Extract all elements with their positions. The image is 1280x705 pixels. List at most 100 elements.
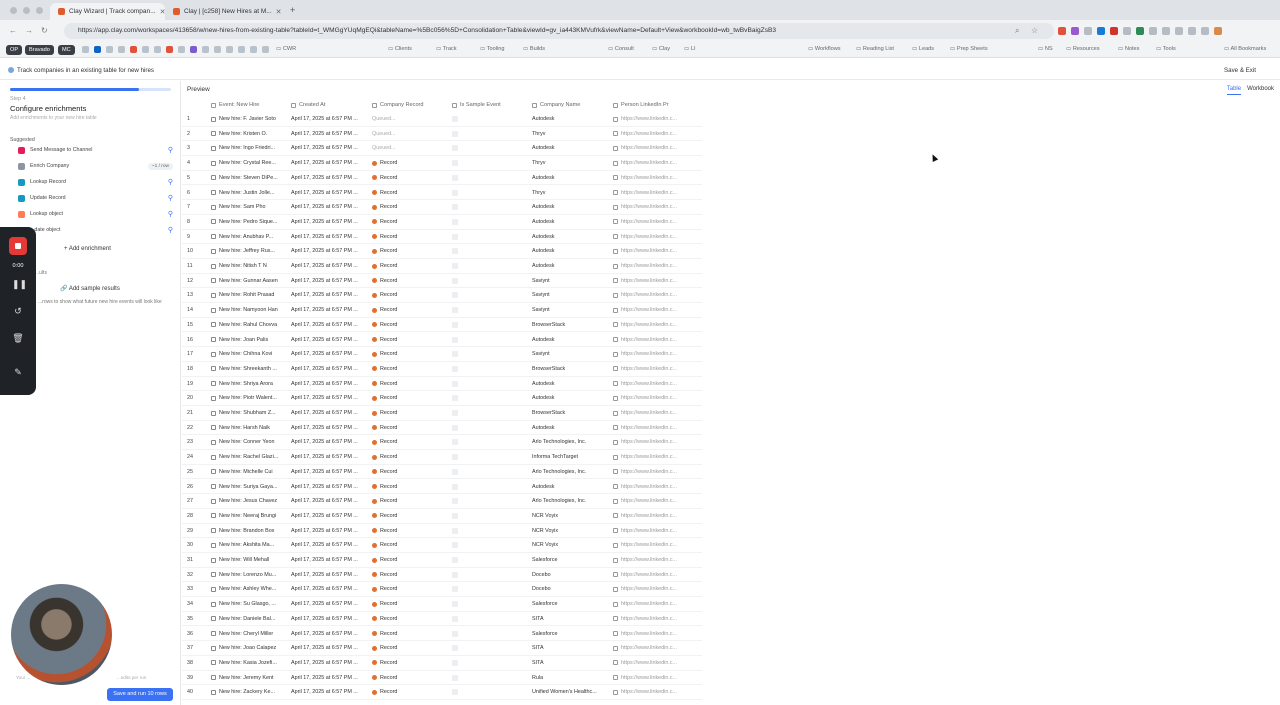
company-name-cell[interactable]: NCR Voyix <box>532 513 602 519</box>
enrichment-item[interactable]: Send Message to Channel ⚲ <box>18 144 173 156</box>
sample-event-checkbox[interactable] <box>452 689 458 696</box>
created-at-cell[interactable]: April 17, 2025 at 6:57 PM ... <box>291 660 366 666</box>
company-record-cell[interactable]: Record <box>372 204 442 210</box>
extension-icon[interactable] <box>1175 27 1183 35</box>
url-field[interactable]: https://app.clay.com/workspaces/413658/w… <box>64 23 1054 39</box>
sample-event-checkbox[interactable] <box>452 483 458 490</box>
company-name-cell[interactable]: NCR Voyix <box>532 528 602 534</box>
event-cell[interactable]: New hire: Rohit Prasad <box>211 292 283 298</box>
company-record-cell[interactable]: Record <box>372 219 442 225</box>
table-row[interactable]: 23 New hire: Conner Yeon April 17, 2025 at… <box>182 435 702 451</box>
linkedin-cell[interactable]: https://www.linkedin.c... <box>613 322 693 328</box>
bookmark-favicon-icon[interactable] <box>214 46 221 53</box>
table-row[interactable]: 37 New hire: Joao Calapez April 17, 2025 a… <box>182 641 702 656</box>
created-at-cell[interactable]: April 17, 2025 at 6:57 PM ... <box>291 292 366 298</box>
created-at-cell[interactable]: April 17, 2025 at 6:57 PM ... <box>291 145 366 151</box>
table-row[interactable]: 27 New hire: Jesus Chavez April 17, 2025 a… <box>182 494 702 509</box>
company-name-cell[interactable]: Autodesk <box>532 395 602 401</box>
company-name-cell[interactable]: Autodesk <box>532 204 602 210</box>
extension-icon[interactable] <box>1188 27 1196 35</box>
pin-icon[interactable]: ⚲ <box>168 146 173 154</box>
sample-event-checkbox[interactable] <box>452 527 458 534</box>
sample-event-checkbox[interactable] <box>452 189 458 196</box>
add-enrichment-button[interactable]: + Add enrichment <box>64 246 111 252</box>
created-at-cell[interactable]: April 17, 2025 at 6:57 PM ... <box>291 601 366 607</box>
created-at-cell[interactable]: April 17, 2025 at 6:57 PM ... <box>291 410 366 416</box>
company-name-cell[interactable]: Unified Women's Healthc... <box>532 689 602 695</box>
company-name-cell[interactable]: Salesforce <box>532 631 602 637</box>
event-cell[interactable]: New hire: Pedro Sique... <box>211 219 283 225</box>
event-cell[interactable]: New hire: Jeffrey Rus... <box>211 248 283 254</box>
table-row[interactable]: 16 New hire: Joan Palis April 17, 2025 at … <box>182 333 702 348</box>
table-row[interactable]: 40 New hire: Zackery Ke... April 17, 2025 … <box>182 685 702 700</box>
table-row[interactable]: 12 New hire: Gunnar Aasen April 17, 2025 a… <box>182 274 702 289</box>
company-record-cell[interactable]: Record <box>372 410 442 416</box>
table-row[interactable]: 8 New hire: Pedro Sique... April 17, 2025 … <box>182 215 702 230</box>
sample-event-checkbox[interactable] <box>452 659 458 666</box>
company-record-cell[interactable]: Record <box>372 484 442 490</box>
created-at-cell[interactable]: April 17, 2025 at 6:57 PM ... <box>291 307 366 313</box>
linkedin-cell[interactable]: https://www.linkedin.c... <box>613 381 693 387</box>
sample-event-checkbox[interactable] <box>452 439 458 446</box>
table-row[interactable]: 5 New hire: Steven DiPe... April 17, 2025 … <box>182 171 702 186</box>
sample-event-checkbox[interactable] <box>452 557 458 563</box>
bookmark-favicon-icon[interactable] <box>106 46 113 53</box>
company-record-cell[interactable]: Record <box>372 572 442 578</box>
company-name-cell[interactable]: SITA <box>532 660 602 666</box>
linkedin-cell[interactable]: https://www.linkedin.c... <box>613 116 693 122</box>
pin-icon[interactable]: ⚲ <box>168 226 173 234</box>
table-row[interactable]: 1 New hire: F. Javier Soto April 17, 2025 … <box>182 112 702 127</box>
table-row[interactable]: 33 New hire: Ashley Whe... April 17, 2025 … <box>182 582 702 598</box>
extension-icon[interactable] <box>1201 27 1209 35</box>
created-at-cell[interactable]: April 17, 2025 at 6:57 PM ... <box>291 542 366 548</box>
company-record-cell[interactable]: Record <box>372 660 442 666</box>
sample-event-checkbox[interactable] <box>452 263 458 269</box>
table-row[interactable]: 3 New hire: Ingo Friedri... April 17, 2025… <box>182 141 702 157</box>
table-row[interactable]: 29 New hire: Brandon Box April 17, 2025 at… <box>182 524 702 539</box>
event-cell[interactable]: New hire: Sam Pho <box>211 204 283 210</box>
table-row[interactable]: 32 New hire: Lorenzo Mu... April 17, 2025 … <box>182 568 702 583</box>
company-name-cell[interactable]: SITA <box>532 616 602 622</box>
sample-event-checkbox[interactable] <box>452 130 458 137</box>
created-at-cell[interactable]: April 17, 2025 at 6:57 PM ... <box>291 469 366 475</box>
stop-recording-button[interactable] <box>9 237 27 255</box>
company-name-cell[interactable]: Autodesk <box>532 381 602 387</box>
bookmark-favicon-icon[interactable] <box>118 46 125 53</box>
enrichment-item[interactable]: Update Record ⚲ <box>18 192 173 204</box>
bookmark-folder[interactable]: ▭ Consult <box>608 46 634 52</box>
event-cell[interactable]: New hire: Shriya Arora <box>211 381 283 387</box>
pin-icon[interactable]: ⚲ <box>168 194 173 202</box>
company-name-cell[interactable]: Saviynt <box>532 278 602 284</box>
company-record-cell[interactable]: Record <box>372 248 442 254</box>
webcam-bubble[interactable] <box>11 584 112 685</box>
company-record-cell[interactable]: Record <box>372 307 442 313</box>
company-name-cell[interactable]: Autodesk <box>532 425 602 431</box>
extension-icon[interactable] <box>1084 27 1092 35</box>
event-cell[interactable]: New hire: Kasia Jozefi... <box>211 660 283 666</box>
created-at-cell[interactable]: April 17, 2025 at 6:57 PM ... <box>291 116 366 122</box>
company-name-cell[interactable]: BrowserStack <box>532 322 602 328</box>
extension-icon[interactable] <box>1149 27 1157 35</box>
sample-event-checkbox[interactable] <box>452 351 458 358</box>
zoom-icon[interactable]: ⌕ <box>1015 26 1019 36</box>
event-cell[interactable]: New hire: Jeremy Kent <box>211 675 283 681</box>
table-row[interactable]: 6 New hire: Justin Jolle... April 17, 2025… <box>182 186 702 201</box>
linkedin-cell[interactable]: https://www.linkedin.c... <box>613 395 693 401</box>
created-at-cell[interactable]: April 17, 2025 at 6:57 PM ... <box>291 160 366 166</box>
bookmark-favicon-icon[interactable] <box>130 46 137 53</box>
browser-tab-clay-wizard[interactable]: Clay Wizard | Track compan... ✕ <box>50 3 165 20</box>
event-cell[interactable]: New hire: Piotr Walent... <box>211 395 283 401</box>
table-row[interactable]: 20 New hire: Piotr Walent... April 17, 202… <box>182 391 702 406</box>
linkedin-cell[interactable]: https://www.linkedin.c... <box>613 204 693 210</box>
linkedin-cell[interactable]: https://www.linkedin.c... <box>613 337 693 343</box>
event-cell[interactable]: New hire: Kristen O. <box>211 131 283 137</box>
table-row[interactable]: 10 New hire: Jeffrey Rus... April 17, 2025… <box>182 244 702 259</box>
new-tab-button[interactable]: + <box>290 5 295 15</box>
sample-event-checkbox[interactable] <box>452 630 458 637</box>
linkedin-cell[interactable]: https://www.linkedin.c... <box>613 248 693 254</box>
linkedin-cell[interactable]: https://www.linkedin.c... <box>613 498 693 504</box>
table-row[interactable]: 34 New hire: Su Glasgo, ... April 17, 2025… <box>182 597 702 612</box>
event-cell[interactable]: New hire: Will Mehall <box>211 557 283 563</box>
bookmark-favicon-icon[interactable] <box>178 46 185 53</box>
bookmark-favicon-icon[interactable] <box>238 46 245 53</box>
